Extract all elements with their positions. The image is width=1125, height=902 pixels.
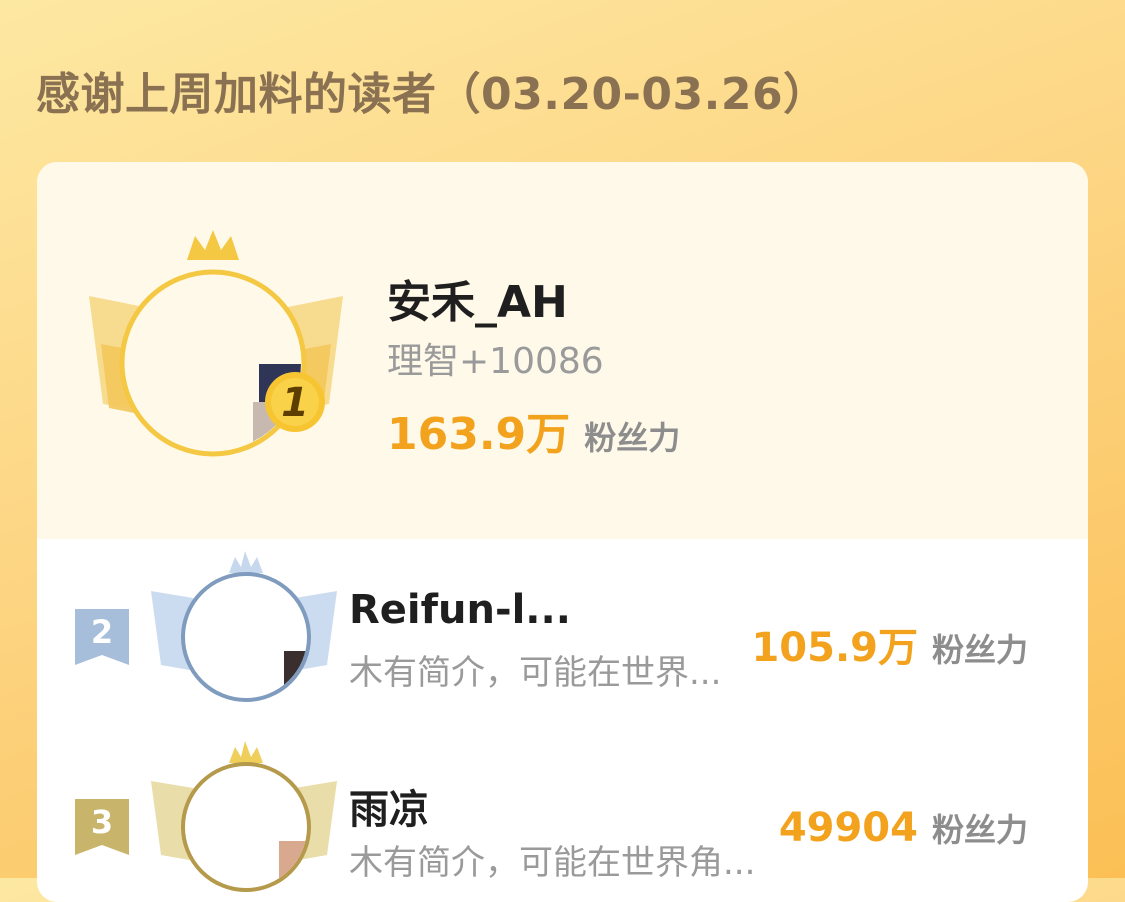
fan-power-value: 105.9万 bbox=[751, 625, 918, 671]
fan-power: 163.9万 粉丝力 bbox=[387, 398, 680, 462]
fan-power-label: 粉丝力 bbox=[584, 419, 681, 457]
fan-power-value: 163.9万 bbox=[387, 409, 571, 460]
top-reader-row[interactable]: 1 安禾_AH 理智+10086 163.9万 粉丝力 bbox=[37, 162, 1088, 539]
fan-power-label: 粉丝力 bbox=[931, 631, 1028, 669]
leaderboard-card: 1 安禾_AH 理智+10086 163.9万 粉丝力 2 Reifun-l..… bbox=[37, 162, 1088, 902]
rank-number: 1 bbox=[281, 380, 309, 426]
reader-intro: 木有简介，可能在世界... bbox=[349, 653, 722, 693]
reader-name: 雨凉 bbox=[349, 787, 429, 833]
fan-power: 105.9万 粉丝力 bbox=[751, 615, 1028, 673]
reader-row[interactable]: 2 Reifun-l... 木有简介，可能在世界... 105.9万 粉丝力 bbox=[37, 539, 1088, 729]
reader-name: Reifun-l... bbox=[349, 587, 571, 633]
reader-name: 安禾_AH bbox=[387, 277, 568, 328]
gold-avatar-frame bbox=[89, 230, 343, 457]
page-title: 感谢上周加料的读者（03.20-03.26） bbox=[36, 69, 828, 120]
fan-power-label: 粉丝力 bbox=[931, 811, 1028, 849]
reader-intro: 木有简介，可能在世界角... bbox=[349, 843, 756, 883]
fan-power: 49904 粉丝力 bbox=[779, 805, 1028, 851]
reader-row[interactable]: 3 雨凉 木有简介，可能在世界角... 49904 粉丝力 bbox=[37, 729, 1088, 902]
reader-intro: 理智+10086 bbox=[387, 341, 604, 382]
rank-number: 2 bbox=[90, 613, 114, 651]
silver-avatar-frame bbox=[151, 551, 337, 702]
rank-number: 3 bbox=[90, 803, 114, 841]
fan-power-value: 49904 bbox=[778, 805, 918, 851]
